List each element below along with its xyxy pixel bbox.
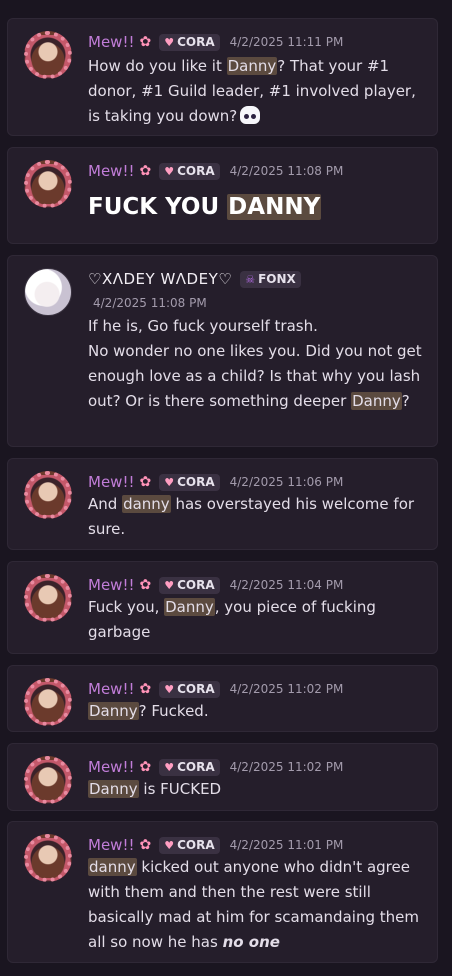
message-card[interactable]: Mew!! ✿ ♥ CORA 4/2/2025 11:04 PM Fuck you… <box>7 561 438 654</box>
message-content: Danny is FUCKED <box>88 780 222 798</box>
ghost-emoji-icon <box>240 106 261 124</box>
user-avatar[interactable] <box>24 31 72 79</box>
guild-tag[interactable]: ♥ CORA <box>159 680 220 698</box>
timestamp: 4/2/2025 11:01 PM <box>229 838 344 852</box>
timestamp: 4/2/2025 11:08 PM <box>93 296 207 310</box>
cherry-blossom-icon: ✿ <box>139 681 152 697</box>
author-name[interactable]: Mew!! <box>88 680 134 698</box>
heart-icon: ♥ <box>164 760 175 774</box>
message-content: If he is, Go fuck yourself trash. No won… <box>88 317 422 410</box>
message-card[interactable]: Mew!! ✿ ♥ CORA 4/2/2025 11:01 PM danny ki… <box>7 821 438 963</box>
message-card[interactable]: Mew!! ✿ ♥ CORA 4/2/2025 11:02 PM Danny? F… <box>7 665 438 732</box>
mention-highlight: Danny <box>88 702 139 720</box>
message-content: How do you like it Danny? That your #1 d… <box>88 57 416 125</box>
user-avatar[interactable] <box>24 574 72 622</box>
emphasis-text: no one <box>222 933 280 951</box>
author-name[interactable]: ♡XΛDEY WΛDEY♡ <box>88 270 232 288</box>
cherry-blossom-icon: ✿ <box>139 759 152 775</box>
timestamp: 4/2/2025 11:08 PM <box>229 164 344 178</box>
author-name[interactable]: Mew!! <box>88 836 134 854</box>
user-avatar[interactable] <box>24 678 72 726</box>
author-name[interactable]: Mew!! <box>88 758 134 776</box>
timestamp: 4/2/2025 11:04 PM <box>229 578 344 592</box>
message-card[interactable]: Mew!! ✿ ♥ CORA 4/2/2025 11:11 PM How do y… <box>7 18 438 136</box>
guild-tag[interactable]: ♥ CORA <box>159 473 220 491</box>
heart-icon: ♥ <box>164 475 175 489</box>
message-content: FUCK YOU DANNY <box>88 194 322 220</box>
timestamp: 4/2/2025 11:11 PM <box>229 35 344 49</box>
timestamp: 4/2/2025 11:02 PM <box>229 760 344 774</box>
cherry-blossom-icon: ✿ <box>139 34 152 50</box>
message-card[interactable]: Mew!! ✿ ♥ CORA 4/2/2025 11:06 PM And dann… <box>7 458 438 550</box>
message-content: Fuck you, Danny, you piece of fucking ga… <box>88 598 376 641</box>
heart-icon: ♥ <box>164 164 175 178</box>
cherry-blossom-icon: ✿ <box>139 837 152 853</box>
mention-highlight: danny <box>122 495 171 513</box>
guild-tag[interactable]: ☠ FONX <box>240 270 301 288</box>
message-card[interactable]: ♡XΛDEY WΛDEY♡ ☠ FONX 4/2/2025 11:08 PM If… <box>7 255 438 447</box>
message-content: Danny? Fucked. <box>88 702 209 720</box>
guild-tag[interactable]: ♥ CORA <box>159 758 220 776</box>
message-content: danny kicked out anyone who didn't agree… <box>88 858 419 951</box>
message-card[interactable]: Mew!! ✿ ♥ CORA 4/2/2025 11:02 PM Danny is… <box>7 743 438 811</box>
guild-tag[interactable]: ♥ CORA <box>159 162 220 180</box>
mention-highlight: DANNY <box>227 194 322 220</box>
user-avatar[interactable] <box>24 268 72 316</box>
author-name[interactable]: Mew!! <box>88 576 134 594</box>
guild-tag[interactable]: ♥ CORA <box>159 33 220 51</box>
cherry-blossom-icon: ✿ <box>139 474 152 490</box>
heart-icon: ♥ <box>164 35 175 49</box>
mention-highlight: Danny <box>164 598 215 616</box>
author-name[interactable]: Mew!! <box>88 473 134 491</box>
mention-highlight: Danny <box>88 780 139 798</box>
guild-tag[interactable]: ♥ CORA <box>159 576 220 594</box>
heart-icon: ♥ <box>164 838 175 852</box>
author-name[interactable]: Mew!! <box>88 162 134 180</box>
mention-highlight: Danny <box>351 392 402 410</box>
user-avatar[interactable] <box>24 160 72 208</box>
mention-highlight: Danny <box>226 57 278 75</box>
message-content: And danny has overstayed his welcome for… <box>88 495 415 538</box>
user-avatar[interactable] <box>24 471 72 519</box>
timestamp: 4/2/2025 11:06 PM <box>229 475 344 489</box>
user-avatar[interactable] <box>24 834 72 882</box>
timestamp: 4/2/2025 11:02 PM <box>229 682 344 696</box>
heart-icon: ♥ <box>164 682 175 696</box>
user-avatar[interactable] <box>24 756 72 804</box>
cherry-blossom-icon: ✿ <box>139 577 152 593</box>
cherry-blossom-icon: ✿ <box>139 163 152 179</box>
skull-icon: ☠ <box>245 272 256 286</box>
message-card[interactable]: Mew!! ✿ ♥ CORA 4/2/2025 11:08 PM FUCK YOU… <box>7 147 438 244</box>
guild-tag[interactable]: ♥ CORA <box>159 836 220 854</box>
author-name[interactable]: Mew!! <box>88 33 134 51</box>
heart-icon: ♥ <box>164 578 175 592</box>
mention-highlight: danny <box>88 858 137 876</box>
